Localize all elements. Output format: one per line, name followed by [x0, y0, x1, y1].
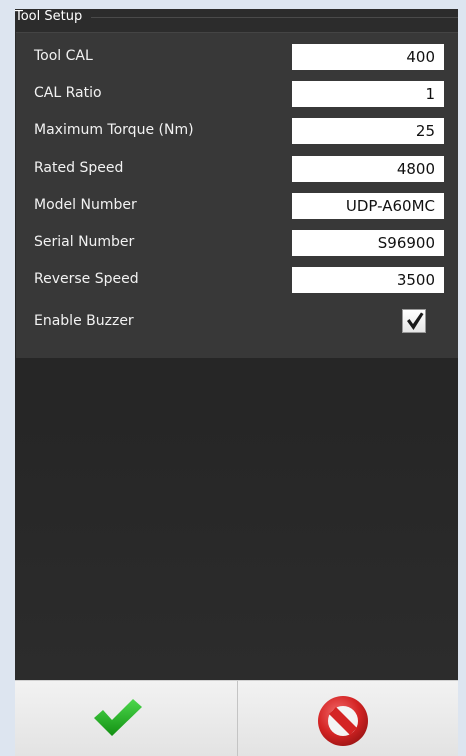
model-number-label: Model Number: [34, 197, 137, 213]
row-enable-buzzer: Enable Buzzer: [16, 309, 458, 339]
rated-speed-input[interactable]: 4800: [292, 156, 444, 182]
enable-buzzer-checkbox[interactable]: [402, 309, 426, 333]
footer-bar: [15, 680, 458, 756]
tool-cal-label: Tool CAL: [34, 48, 93, 64]
panel-title: Tool Setup: [15, 9, 83, 24]
row-tool-cal: Tool CAL 400: [16, 44, 458, 74]
row-rated-speed: Rated Speed 4800: [16, 156, 458, 186]
enable-buzzer-label: Enable Buzzer: [34, 313, 134, 329]
serial-number-input[interactable]: S96900: [292, 230, 444, 256]
cal-ratio-label: CAL Ratio: [34, 85, 102, 101]
row-reverse-speed: Reverse Speed 3500: [16, 267, 458, 297]
settings-group: Tool CAL 400 CAL Ratio 1 Maximum Torque …: [16, 32, 458, 358]
reverse-speed-label: Reverse Speed: [34, 271, 139, 287]
title-divider: [91, 17, 458, 18]
row-max-torque: Maximum Torque (Nm) 25: [16, 118, 458, 148]
rated-speed-label: Rated Speed: [34, 160, 124, 176]
model-number-input[interactable]: UDP-A60MC: [292, 193, 444, 219]
max-torque-label: Maximum Torque (Nm): [34, 122, 194, 138]
serial-number-label: Serial Number: [34, 234, 135, 250]
row-model-number: Model Number UDP-A60MC: [16, 193, 458, 223]
tool-cal-input[interactable]: 400: [292, 44, 444, 70]
cal-ratio-input[interactable]: 1: [292, 81, 444, 107]
cancel-icon: [318, 696, 368, 746]
row-cal-ratio: CAL Ratio 1: [16, 81, 458, 111]
checkbox-check-icon: [407, 312, 424, 330]
checkmark-icon: [94, 699, 142, 736]
row-serial-number: Serial Number S96900: [16, 230, 458, 260]
cancel-button[interactable]: [238, 681, 458, 756]
max-torque-input[interactable]: 25: [292, 118, 444, 144]
ok-button[interactable]: [15, 681, 238, 756]
reverse-speed-input[interactable]: 3500: [292, 267, 444, 293]
